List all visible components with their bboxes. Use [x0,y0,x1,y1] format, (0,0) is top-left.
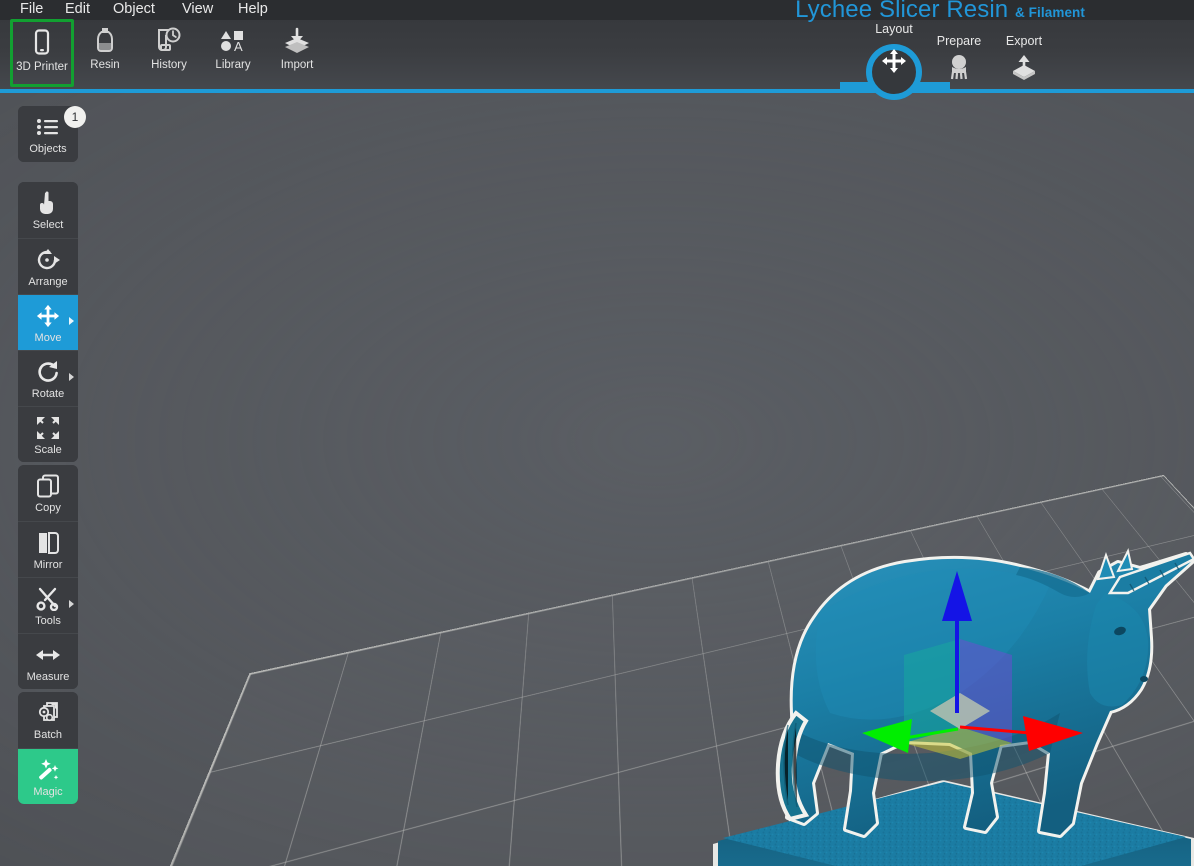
mirror-icon [36,529,60,557]
toolbar-library-label: Library [215,59,250,71]
sidebar-item-copy[interactable]: Copy [18,465,78,521]
arrange-icon [35,246,61,274]
scale-icon [36,414,60,442]
toolbar-import[interactable]: Import [265,22,329,84]
move-gizmo-icon [36,302,60,330]
tab-prepare-label: Prepare [937,34,981,48]
tab-export-label: Export [1006,34,1042,48]
toolbar-3d-printer[interactable]: 3D Printer [10,19,74,87]
move-submenu-caret-icon[interactable] [69,317,74,325]
rail-group-transform: Select Arrange Move [18,182,78,462]
sidebar-item-magic[interactable]: Magic [18,748,78,804]
build-plate-grid [0,475,1194,866]
sidebar-item-select[interactable]: Select [18,182,78,238]
resin-bottle-icon [94,22,116,58]
menu-edit[interactable]: Edit [65,0,90,20]
history-icon [156,22,182,58]
sidebar-item-measure-label: Measure [27,671,70,683]
supports-icon [944,52,974,82]
app-window: File Edit Object View Help Lychee Slicer… [0,0,1194,866]
rotate-submenu-caret-icon[interactable] [69,373,74,381]
sidebar-item-mirror[interactable]: Mirror [18,521,78,577]
batch-gears-icon [36,699,60,727]
sidebar-item-rotate[interactable]: Rotate [18,350,78,406]
rotate-icon [36,358,60,386]
app-title-suffix: & Filament [1015,5,1085,20]
toolbar-3d-printer-label: 3D Printer [16,61,68,73]
rail-group-advanced: Batch Magic [18,692,78,804]
rail-group-edit: Copy Mirror [18,465,78,689]
tab-export[interactable]: Export [987,34,1061,82]
tab-layout-label: Layout [875,22,913,36]
sidebar-item-tools-label: Tools [35,615,61,627]
sidebar-item-tools[interactable]: Tools [18,577,78,633]
toolbar-history[interactable]: History [137,22,201,84]
3d-viewport[interactable] [0,93,1194,866]
toolbar-history-label: History [151,59,187,71]
sidebar-item-rotate-label: Rotate [32,388,64,400]
sidebar-item-batch-label: Batch [34,729,62,741]
menu-object[interactable]: Object [113,0,155,20]
sidebar-item-batch[interactable]: Batch [18,692,78,748]
toolbar-resin-label: Resin [90,59,119,71]
sidebar-item-select-label: Select [33,219,64,231]
sidebar-item-scale[interactable]: Scale [18,406,78,462]
sidebar-item-arrange[interactable]: Arrange [18,238,78,294]
sidebar-item-mirror-label: Mirror [34,559,63,571]
copy-icon [36,472,60,500]
sidebar-item-arrange-label: Arrange [28,276,67,288]
cursor-hand-icon [37,189,59,217]
toolbar-library[interactable]: A Library [201,22,265,84]
list-icon [36,113,60,141]
magic-wand-icon [35,756,61,784]
toolbar-import-label: Import [281,59,314,71]
tab-layout[interactable]: Layout [857,22,931,76]
build-plate-container [0,93,1194,866]
move-gizmo-icon [881,46,907,76]
toolbar-resin[interactable]: Resin [73,22,137,84]
tools-submenu-caret-icon[interactable] [69,600,74,608]
sidebar-item-copy-label: Copy [35,502,61,514]
measure-arrow-icon [35,641,61,669]
sidebar-item-move[interactable]: Move [18,294,78,350]
sidebar-item-magic-label: Magic [33,786,62,798]
sidebar-item-measure[interactable]: Measure [18,633,78,689]
app-title: Lychee Slicer Resin & Filament [795,0,1085,24]
menu-view[interactable]: View [182,0,213,20]
sidebar-item-scale-label: Scale [34,444,62,456]
svg-text:A: A [234,39,243,52]
tab-prepare[interactable]: Prepare [922,34,996,82]
toolbar-accent-rule [0,89,1194,93]
library-icon: A [219,22,247,58]
objects-count-badge: 1 [64,106,86,128]
export-upload-icon [1010,52,1038,82]
menu-help[interactable]: Help [238,0,268,20]
scissors-icon [36,585,60,613]
sidebar-item-move-label: Move [35,332,62,344]
sidebar-item-objects-label: Objects [29,143,66,155]
menu-file[interactable]: File [20,0,43,20]
import-icon [283,22,311,58]
printer-icon [30,24,54,60]
app-title-main: Lychee Slicer Resin [795,0,1008,23]
